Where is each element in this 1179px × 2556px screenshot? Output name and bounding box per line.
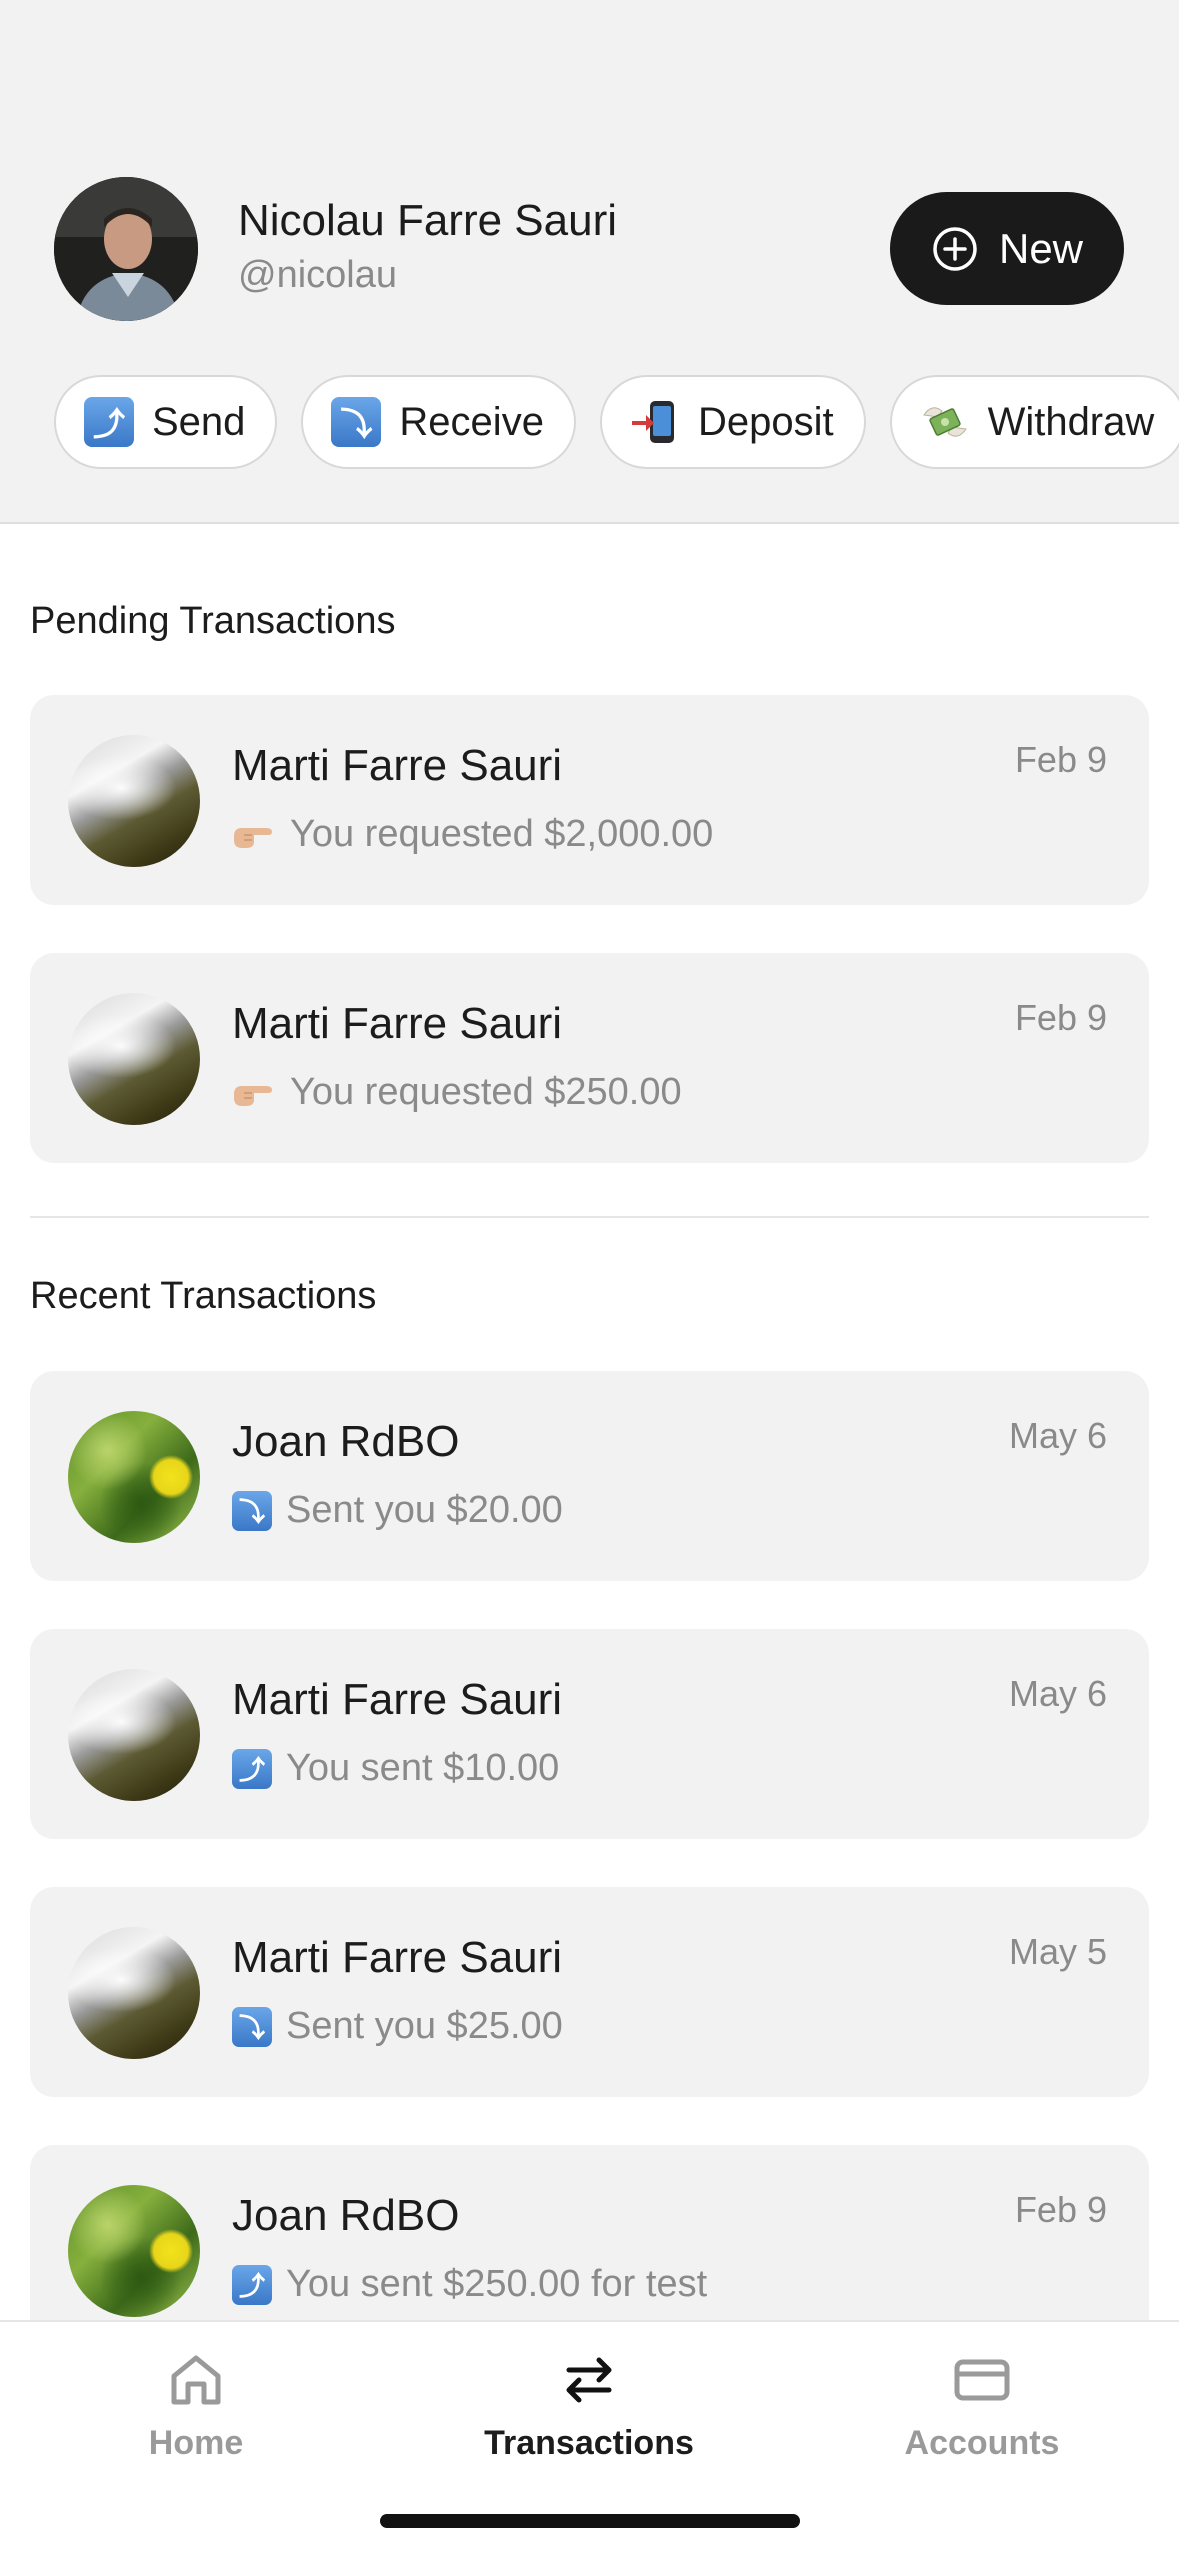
contact-avatar (68, 1411, 200, 1543)
home-icon (171, 2355, 221, 2405)
tab-transactions[interactable]: Transactions (439, 2350, 739, 2480)
transaction-date: Feb 9 (1014, 739, 1107, 780)
contact-name: Marti Farre Sauri (232, 741, 563, 790)
transaction-date: May 6 (1008, 1673, 1107, 1714)
transaction-description: ⤴ You sent $250.00 for test (232, 2263, 707, 2306)
arrow-down-right-emoji-icon: ⤵ (232, 2006, 272, 2047)
section-divider (30, 1216, 1149, 1218)
contact-name: Joan RdBO (232, 1417, 460, 1466)
tab-home-label: Home (148, 2424, 244, 2462)
contact-avatar (68, 993, 200, 1125)
transaction-description: You requested $250.00 (232, 1071, 682, 1114)
recent-section-title: Recent Transactions (30, 1275, 377, 1317)
profile-handle: @nicolau (238, 254, 397, 296)
recent-transaction-card[interactable]: Marti Farre Sauri ⤵ Sent you $25.00 May … (30, 1887, 1149, 2097)
tab-accounts-label: Accounts (904, 2424, 1060, 2462)
swap-arrows-icon (566, 2357, 612, 2403)
transaction-description: ⤵ Sent you $25.00 (232, 2005, 563, 2048)
money-with-wings-emoji-icon (920, 397, 970, 447)
contact-avatar (68, 1669, 200, 1801)
transaction-description: ⤴ You sent $10.00 (232, 1747, 559, 1790)
contact-name: Marti Farre Sauri (232, 1933, 563, 1982)
backhand-pointing-emoji-icon (232, 819, 276, 851)
backhand-pointing-emoji-icon (232, 1077, 276, 1109)
pending-section-title: Pending Transactions (30, 600, 396, 642)
home-indicator (380, 2514, 800, 2528)
contact-name: Marti Farre Sauri (232, 999, 563, 1048)
arrow-down-right-emoji-icon: ⤵ (232, 1490, 272, 1531)
profile-avatar[interactable] (54, 177, 198, 321)
deposit-label: Deposit (697, 399, 834, 444)
withdraw-button[interactable]: Withdraw (889, 375, 1179, 469)
deposit-button[interactable]: Deposit (599, 375, 866, 469)
transaction-date: Feb 9 (1014, 2189, 1107, 2230)
tab-accounts[interactable]: Accounts (832, 2350, 1132, 2480)
recent-transaction-card[interactable]: Marti Farre Sauri ⤴ You sent $10.00 May … (30, 1629, 1149, 1839)
transaction-text: Sent you $25.00 (286, 2005, 563, 2047)
arrow-up-right-emoji-icon: ⤴ (232, 2264, 272, 2305)
contact-avatar (68, 2185, 200, 2317)
app-screen: Nicolau Farre Sauri @nicolau New ⤴ Send … (0, 0, 1179, 2556)
transaction-text: You sent $10.00 (286, 1747, 560, 1789)
transaction-description: ⤵ Sent you $20.00 (232, 1489, 563, 1532)
transaction-text: You requested $250.00 (290, 1071, 682, 1113)
quick-actions: ⤴ Send ⤵ Receive Deposit Withdraw (54, 375, 1179, 469)
arrow-up-right-emoji-icon: ⤴ (232, 1748, 272, 1789)
transaction-text: Sent you $20.00 (286, 1489, 563, 1531)
pending-transaction-card[interactable]: Marti Farre Sauri You requested $2,000.0… (30, 695, 1149, 905)
tab-home[interactable]: Home (46, 2350, 346, 2480)
card-icon (954, 2359, 1010, 2401)
profile-header: Nicolau Farre Sauri @nicolau New ⤴ Send … (0, 0, 1179, 524)
contact-avatar (68, 735, 200, 867)
recent-transaction-card[interactable]: Joan RdBO ⤵ Sent you $20.00 May 6 (30, 1371, 1149, 1581)
contact-name: Joan RdBO (232, 2191, 460, 2240)
contact-name: Marti Farre Sauri (232, 1675, 563, 1724)
transaction-description: You requested $2,000.00 (232, 813, 713, 856)
send-label: Send (152, 399, 246, 444)
transaction-text: You requested $2,000.00 (290, 813, 714, 855)
pending-transaction-card[interactable]: Marti Farre Sauri You requested $250.00 … (30, 953, 1149, 1163)
profile-name: Nicolau Farre Sauri (238, 196, 618, 245)
phone-with-arrow-emoji-icon (630, 397, 680, 447)
plus-circle-icon (933, 226, 977, 271)
transaction-text: You sent $250.00 for test (286, 2263, 708, 2305)
arrow-up-right-emoji-icon: ⤴ (84, 397, 134, 447)
receive-label: Receive (399, 399, 544, 444)
new-button[interactable]: New (890, 192, 1124, 305)
contact-avatar (68, 1927, 200, 2059)
transaction-date: Feb 9 (1014, 997, 1107, 1038)
receive-button[interactable]: ⤵ Receive (301, 375, 576, 469)
transaction-date: May 6 (1008, 1415, 1107, 1456)
withdraw-label: Withdraw (987, 399, 1155, 444)
tab-transactions-label: Transactions (484, 2424, 694, 2462)
transaction-date: May 5 (1008, 1931, 1107, 1972)
send-button[interactable]: ⤴ Send (54, 375, 278, 469)
new-button-label: New (998, 224, 1084, 272)
arrow-down-right-emoji-icon: ⤵ (331, 397, 382, 447)
